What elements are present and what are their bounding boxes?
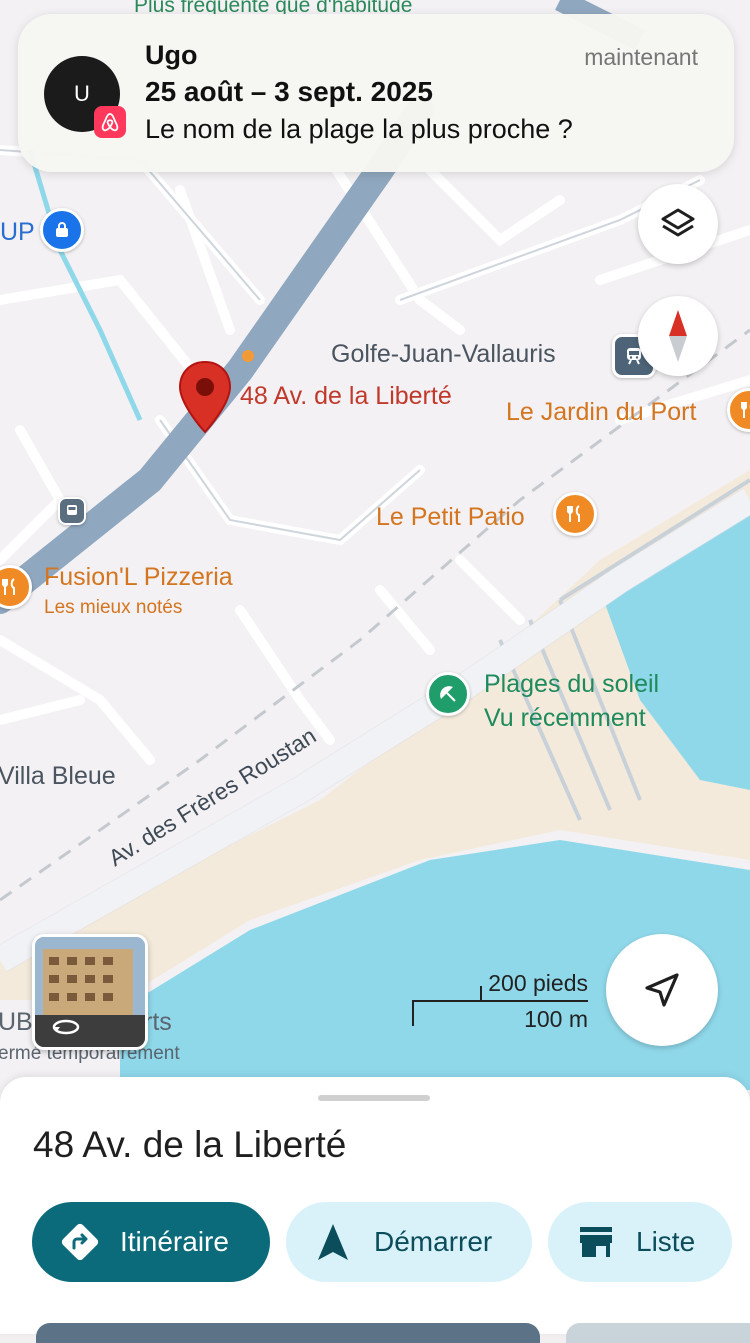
my-location-button[interactable] — [606, 934, 718, 1046]
poi-plages-du-soleil[interactable]: Plages du soleil — [484, 670, 659, 699]
navigation-icon — [318, 1224, 348, 1260]
airbnb-logo-icon — [94, 106, 126, 138]
directions-label: Itinéraire — [120, 1226, 229, 1257]
compass-button[interactable] — [638, 296, 718, 376]
pin-label: 48 Av. de la Liberté — [240, 382, 452, 410]
layers-icon — [661, 208, 695, 237]
drag-handle[interactable] — [318, 1095, 430, 1101]
villa-label: Villa Bleue — [0, 762, 116, 790]
place-title: 48 Av. de la Liberté — [33, 1124, 347, 1165]
poi-fusion-pizzeria-sub: Les mieux notés — [44, 597, 183, 618]
scale-feet: 200 pieds — [488, 970, 588, 996]
bus-stop-icon[interactable] — [58, 497, 86, 525]
photo-thumbnail[interactable] — [36, 1323, 540, 1343]
notification-dates: 25 août – 3 sept. 2025 — [145, 76, 433, 107]
poi-fusion-pizzeria[interactable]: Fusion'L Pizzeria — [44, 563, 233, 592]
start-label: Démarrer — [374, 1226, 493, 1257]
poi-petit-patio[interactable]: Le Petit Patio — [376, 503, 525, 532]
poi-plages-du-soleil-sub: Vu récemment — [484, 704, 646, 732]
store-icon — [580, 1227, 612, 1257]
start-button[interactable]: Démarrer — [286, 1202, 532, 1282]
left-partial-label: UP — [0, 218, 35, 246]
partial-business-suffix: rts — [144, 1008, 172, 1036]
location-pin-icon[interactable] — [178, 360, 232, 434]
beach-icon[interactable] — [426, 672, 470, 716]
street-view-thumbnail[interactable] — [32, 934, 148, 1050]
shopping-bag-icon[interactable] — [40, 208, 84, 252]
dot-marker — [242, 350, 254, 362]
map-scale: 200 pieds 100 m — [410, 970, 590, 1032]
notification-time: maintenant — [584, 44, 698, 70]
navigation-arrow-icon — [645, 973, 679, 1007]
list-button[interactable]: Liste — [548, 1202, 732, 1282]
poi-jardin-du-port[interactable]: Le Jardin du Port — [506, 398, 696, 427]
scale-meters: 100 m — [524, 1006, 588, 1032]
layers-button[interactable] — [638, 184, 718, 264]
station-label[interactable]: Golfe-Juan-Vallauris — [331, 340, 556, 369]
list-label: Liste — [636, 1226, 696, 1257]
restaurant-icon[interactable] — [553, 492, 597, 536]
notification-sender: Ugo — [145, 40, 198, 70]
directions-icon — [61, 1223, 99, 1261]
directions-button[interactable]: Itinéraire — [32, 1202, 270, 1282]
photo-thumbnail[interactable] — [566, 1323, 750, 1343]
notification-banner[interactable]: U Ugo maintenant 25 août – 3 sept. 2025 … — [18, 14, 734, 172]
rotate-360-icon — [52, 1019, 80, 1035]
notification-message: Le nom de la plage la plus proche ? — [145, 114, 573, 144]
place-bottom-sheet[interactable]: 48 Av. de la Liberté Itinéraire Démarrer… — [0, 1077, 750, 1343]
compass-icon — [669, 310, 687, 362]
